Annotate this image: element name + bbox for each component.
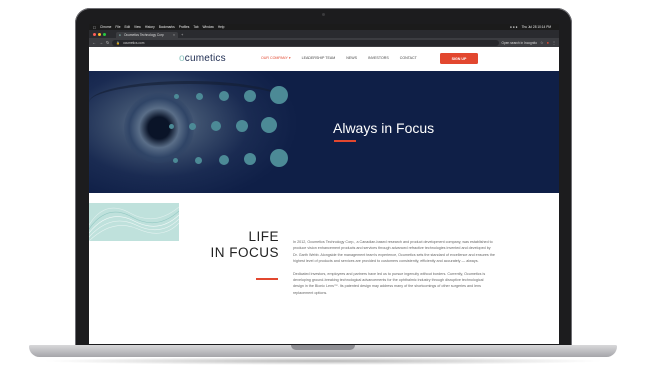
decor-dot: [189, 123, 196, 130]
site-nav: OUR COMPANY ▾ LEADERSHIP TEAM NEWS INVES…: [261, 56, 417, 60]
close-tab-icon[interactable]: ×: [173, 33, 175, 37]
tab-title: Ocumetics Technology Corp: [123, 33, 164, 37]
menu-item[interactable]: View: [134, 25, 141, 29]
hero-title: Always in Focus: [333, 120, 435, 136]
decor-dot: [236, 120, 248, 132]
menu-item[interactable]: Edit: [124, 25, 130, 29]
menu-item[interactable]: Help: [218, 25, 225, 29]
menu-item[interactable]: Profiles: [179, 25, 190, 29]
decor-dot: [244, 153, 256, 165]
browser-tabbar: ● Ocumetics Technology Corp × +: [89, 30, 559, 38]
close-window-icon[interactable]: [93, 32, 96, 36]
nav-contact[interactable]: CONTACT: [400, 56, 417, 60]
decor-dot: [270, 86, 288, 104]
nav-investors[interactable]: INVESTORS: [368, 56, 389, 60]
decorative-waves: [89, 203, 179, 241]
menu-item[interactable]: File: [115, 25, 120, 29]
menubar-clock[interactable]: Thu Jul 28 10:14 PM: [522, 25, 551, 29]
favicon-icon: ●: [119, 33, 121, 37]
decor-dot: [174, 94, 179, 99]
decor-dot: [211, 121, 221, 131]
maximize-window-icon[interactable]: [103, 32, 106, 36]
about-text: In 2012, Ocumetics Technology Corp., a C…: [293, 239, 495, 302]
laptop-shadow: [40, 357, 606, 365]
menu-item[interactable]: Bookmarks: [159, 25, 175, 29]
decor-dot: [219, 91, 229, 101]
laptop-notch: [291, 345, 355, 350]
lock-icon: 🔒: [116, 40, 121, 45]
browser-tab[interactable]: ● Ocumetics Technology Corp ×: [116, 32, 178, 38]
url-text: ocumetics.com: [123, 40, 145, 45]
nav-news[interactable]: NEWS: [346, 56, 357, 60]
menu-icon[interactable]: ⋮: [552, 40, 556, 45]
decor-dot: [244, 90, 256, 102]
forward-icon[interactable]: →: [99, 40, 103, 45]
window-controls: [93, 30, 106, 38]
nav-leadership[interactable]: LEADERSHIP TEAM: [302, 56, 336, 60]
hero-banner: Always in Focus: [89, 71, 559, 193]
menu-item[interactable]: Tab: [193, 25, 198, 29]
browser-toolbar: ← → ↻ 🔒 ocumetics.com Open search in Inc…: [89, 38, 559, 47]
decor-dot: [219, 155, 229, 165]
camera-icon: [322, 13, 325, 16]
decor-dot: [196, 93, 203, 100]
content-section: LIFE IN FOCUS In 2012, Ocumetics Technol…: [89, 193, 559, 344]
paragraph: Dedicated investors, employees and partn…: [293, 271, 486, 295]
laptop-screen:  Chrome File Edit View History Bookmark…: [89, 24, 559, 344]
decor-dot: [261, 117, 277, 133]
section-heading: LIFE IN FOCUS: [210, 229, 279, 260]
heading-underline: [256, 278, 278, 280]
decor-dot: [270, 149, 288, 167]
new-tab-icon[interactable]: +: [181, 32, 183, 38]
minimize-window-icon[interactable]: [98, 32, 101, 36]
menu-item[interactable]: History: [145, 25, 155, 29]
site-header: ocumetics OUR COMPANY ▾ LEADERSHIP TEAM …: [89, 47, 559, 71]
menu-item[interactable]: Chrome: [100, 25, 111, 29]
bookmark-icon[interactable]: ☆: [540, 40, 544, 45]
apple-icon[interactable]: : [93, 25, 96, 30]
back-icon[interactable]: ←: [92, 40, 96, 45]
status-icons[interactable]: ● ● ●: [510, 25, 518, 29]
site-logo[interactable]: ocumetics: [179, 53, 226, 64]
menu-item[interactable]: Window: [203, 25, 214, 29]
eye-iris: [124, 93, 194, 163]
decor-dot: [173, 158, 178, 163]
reload-icon[interactable]: ↻: [106, 40, 109, 45]
hero-underline: [334, 140, 356, 142]
incognito-label[interactable]: Open search in Incognito: [502, 41, 537, 45]
nav-our-company[interactable]: OUR COMPANY ▾: [261, 56, 291, 60]
decor-dot: [195, 157, 202, 164]
signup-button[interactable]: SIGN UP: [440, 53, 478, 64]
profile-avatar[interactable]: ●: [547, 40, 549, 45]
paragraph: In 2012, Ocumetics Technology Corp., a C…: [293, 240, 495, 264]
decor-dot: [169, 124, 174, 129]
address-bar[interactable]: 🔒 ocumetics.com: [112, 39, 499, 46]
